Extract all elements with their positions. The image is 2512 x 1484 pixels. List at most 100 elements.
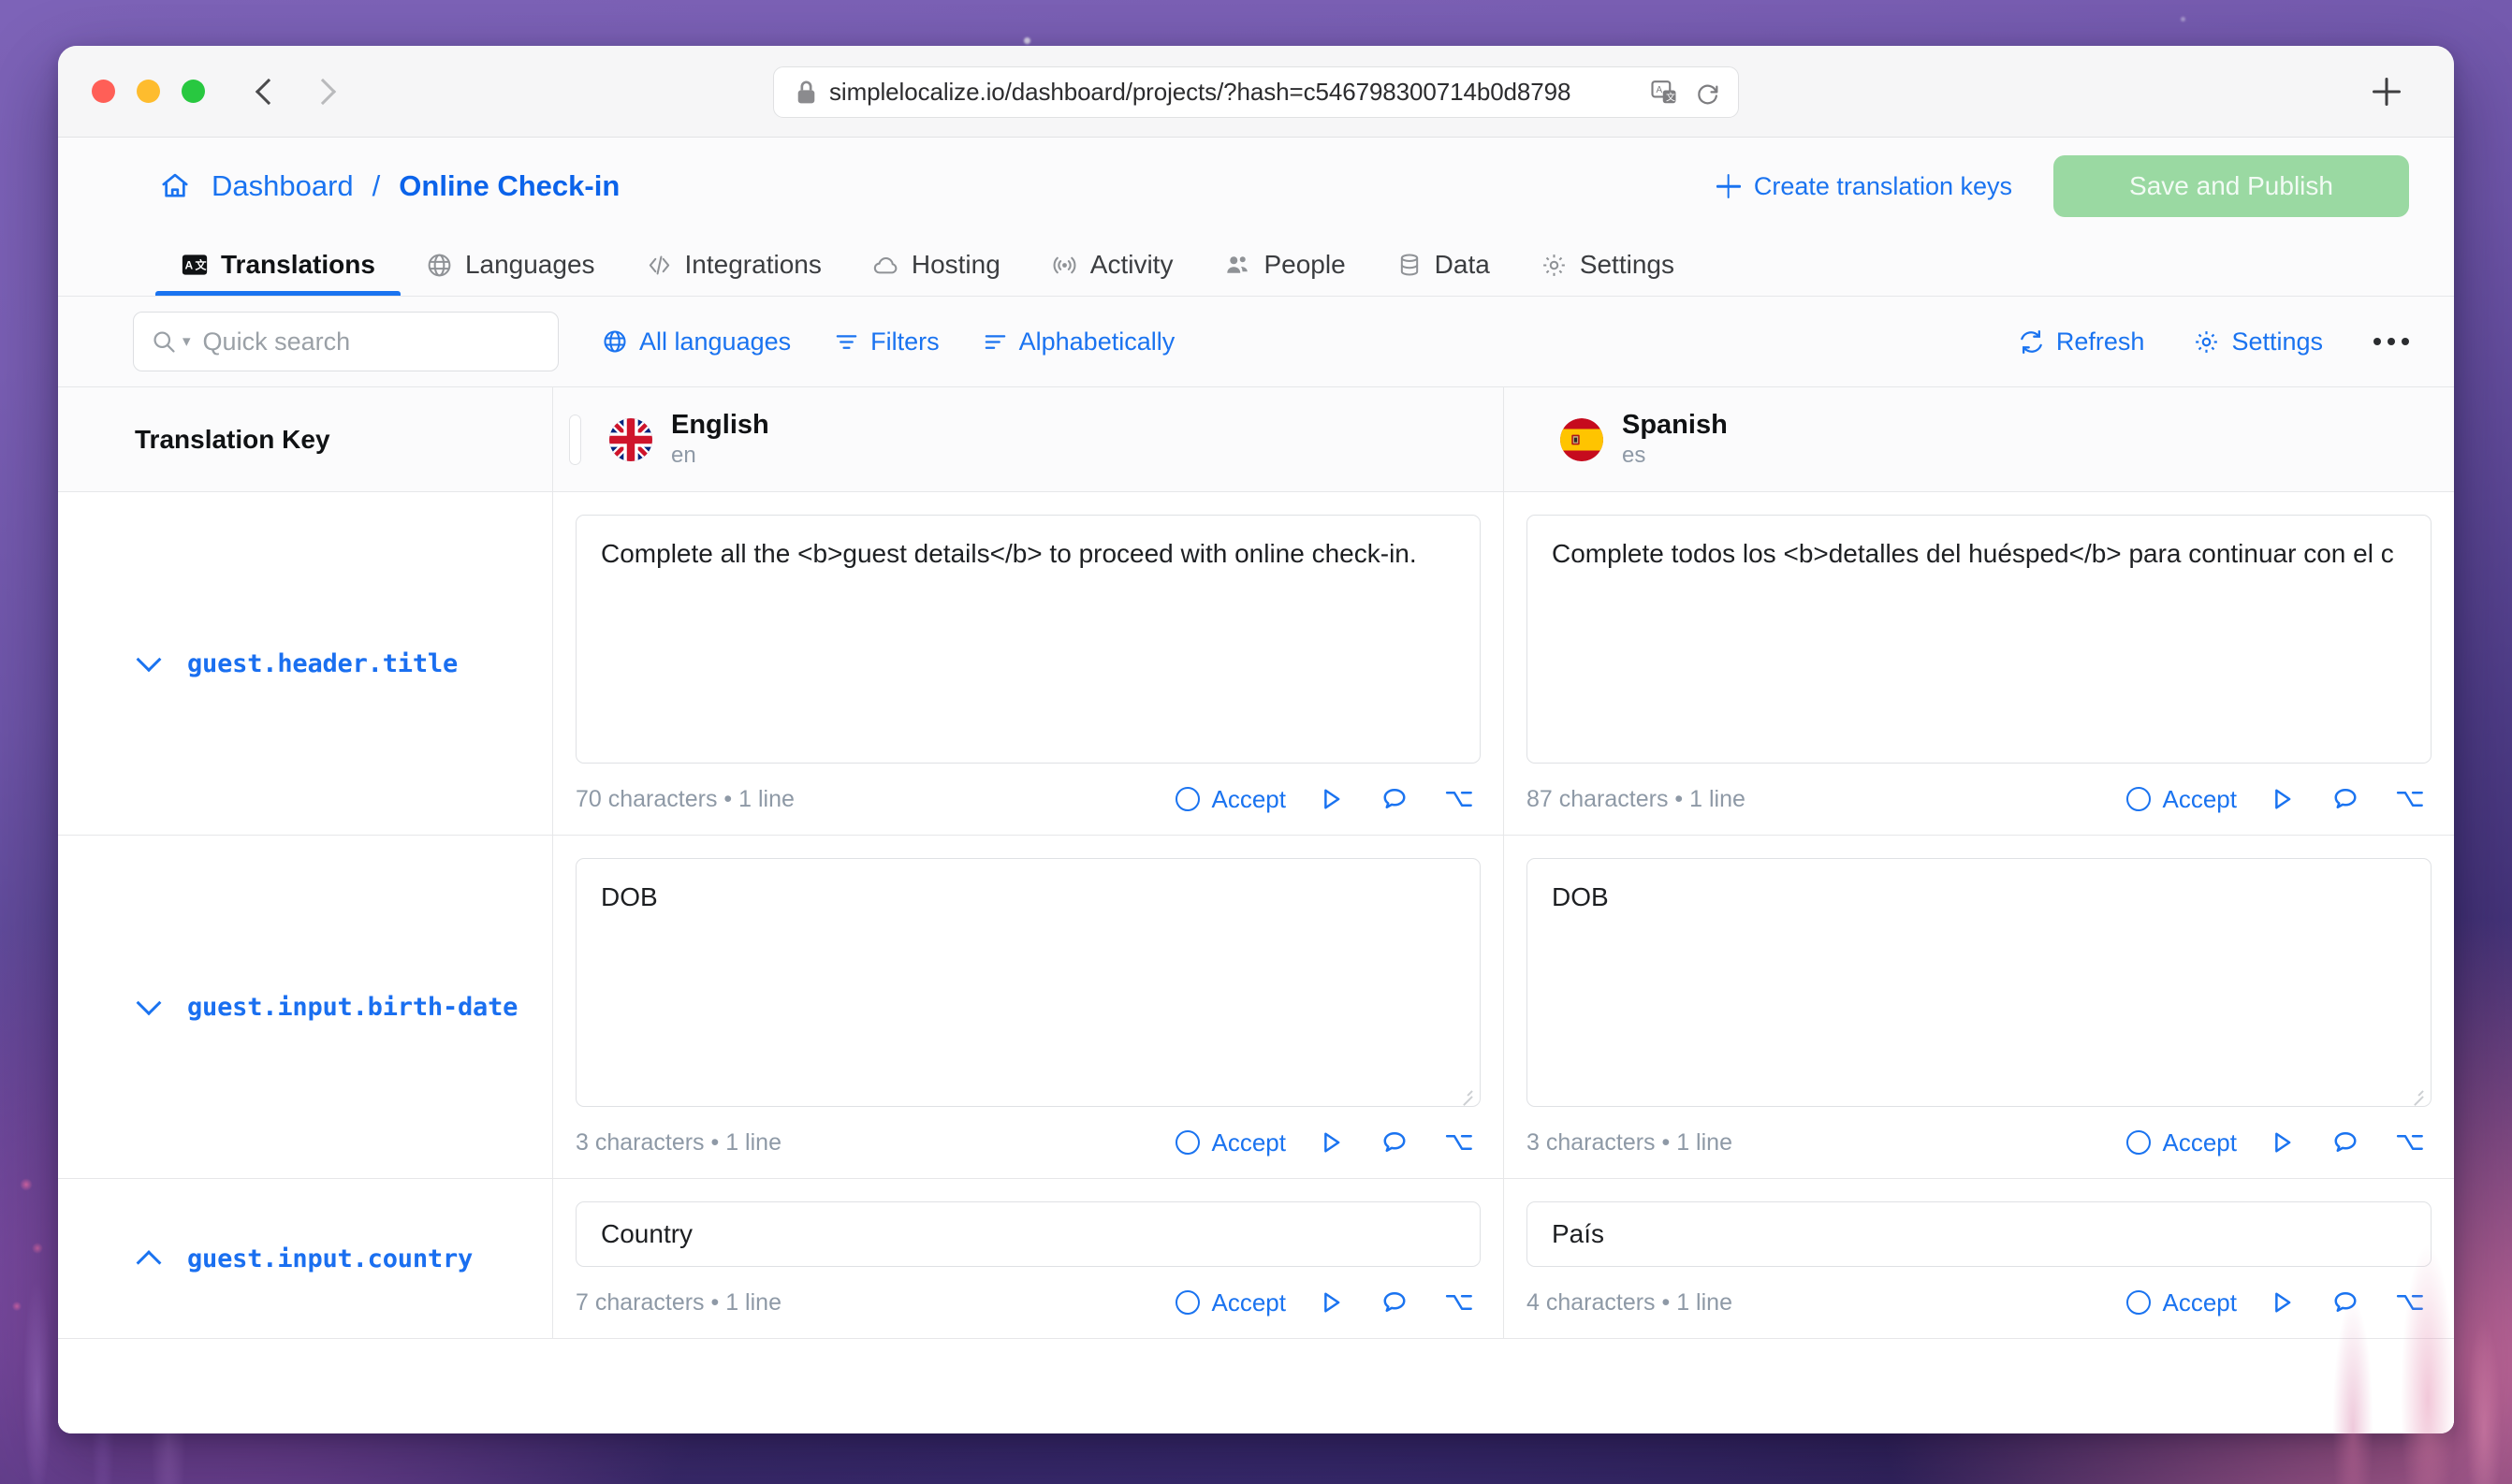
plus-icon [1716, 174, 1741, 198]
comment-icon[interactable] [2327, 1288, 2364, 1317]
character-count: 4 characters • 1 line [1526, 1288, 1732, 1316]
play-icon[interactable] [2263, 785, 2300, 813]
comment-icon[interactable] [2327, 785, 2364, 813]
search-options-chevron-icon[interactable]: ▾ [183, 332, 191, 351]
translation-textarea-en[interactable]: DOB [576, 858, 1481, 1107]
home-icon[interactable] [159, 170, 191, 202]
all-languages-button[interactable]: All languages [602, 327, 791, 356]
translation-key-label[interactable]: guest.input.birth-date [187, 993, 518, 1022]
option-key-icon[interactable] [2390, 1128, 2430, 1157]
accept-button[interactable]: Accept [1175, 1288, 1286, 1317]
translation-cell-en: DOB 3 characters • 1 line Accept [552, 836, 1503, 1178]
textarea-resize-grip[interactable] [2409, 1086, 2424, 1101]
translate-page-icon[interactable]: A 文 [1650, 79, 1678, 107]
cell-footer: 87 characters • 1 line Accept [1526, 764, 2432, 835]
save-and-publish-button[interactable]: Save and Publish [2053, 155, 2409, 217]
navigation-buttons [256, 75, 336, 109]
flag-gb-icon [609, 417, 652, 461]
forward-chevron-icon[interactable] [315, 75, 336, 109]
translation-textarea-en[interactable]: Complete all the <b>guest details</b> to… [576, 515, 1481, 764]
chevron-down-icon[interactable] [135, 649, 163, 677]
accept-circle-icon [2125, 787, 2151, 811]
translation-cell-es: DOB 3 characters • 1 line Accept [1503, 836, 2454, 1178]
grid-toolbar: ▾ Quick search All languages Filters Alp… [58, 297, 2454, 386]
translations-grid: Translation Key English en Spanish es gu… [58, 386, 2454, 1433]
globe-icon [602, 328, 628, 355]
tab-translations[interactable]: A文 Translations [155, 234, 401, 296]
play-icon[interactable] [1312, 785, 1350, 813]
accept-button[interactable]: Accept [2125, 1288, 2237, 1317]
textarea-resize-grip[interactable] [1458, 1086, 1473, 1101]
accept-label: Accept [2162, 784, 2238, 813]
filters-button[interactable]: Filters [834, 327, 940, 356]
tab-data-label: Data [1434, 250, 1490, 279]
translation-textarea-es[interactable]: Complete todos los <b>detalles del huésp… [1526, 515, 2432, 764]
breadcrumb-dashboard-link[interactable]: Dashboard [212, 169, 354, 203]
play-icon[interactable] [1312, 1288, 1350, 1317]
close-window-button[interactable] [92, 80, 115, 103]
accept-button[interactable]: Accept [1175, 785, 1286, 814]
chevron-up-icon[interactable] [135, 1244, 163, 1273]
translation-input-es[interactable]: País [1526, 1201, 2432, 1267]
option-key-icon[interactable] [2390, 1288, 2430, 1317]
save-and-publish-label: Save and Publish [2129, 171, 2333, 200]
reload-icon[interactable] [1695, 80, 1721, 106]
translation-key-cell: guest.input.birth-date [58, 836, 552, 1178]
back-chevron-icon[interactable] [256, 75, 276, 109]
breadcrumb-separator: / [372, 169, 381, 202]
tab-settings[interactable]: Settings [1515, 234, 1700, 296]
comment-icon[interactable] [1376, 1128, 1413, 1157]
option-key-icon[interactable] [1439, 1128, 1479, 1157]
play-icon[interactable] [2263, 1128, 2300, 1157]
option-key-icon[interactable] [1439, 1288, 1479, 1317]
comment-icon[interactable] [1376, 1288, 1413, 1317]
translation-textarea-es[interactable]: DOB [1526, 858, 2432, 1107]
column-resize-handle[interactable] [569, 414, 581, 465]
accept-button[interactable]: Accept [1175, 1128, 1286, 1157]
translation-key-label[interactable]: guest.input.country [187, 1244, 473, 1273]
more-options-button[interactable] [2373, 338, 2409, 345]
tab-people[interactable]: People [1198, 234, 1370, 296]
tab-hosting[interactable]: Hosting [847, 234, 1026, 296]
new-tab-button[interactable] [2368, 73, 2405, 110]
chevron-down-icon[interactable] [135, 993, 163, 1021]
accept-button[interactable]: Accept [2125, 1128, 2237, 1157]
tab-integrations[interactable]: Integrations [621, 234, 847, 296]
translation-cell-en: Complete all the <b>guest details</b> to… [552, 492, 1503, 835]
play-icon[interactable] [2263, 1288, 2300, 1317]
translation-input-en[interactable]: Country [576, 1201, 1481, 1267]
grid-settings-button[interactable]: Settings [2193, 327, 2323, 356]
url-text: simplelocalize.io/dashboard/projects/?ha… [829, 78, 1571, 106]
gear-icon [2193, 328, 2220, 356]
cell-footer: 4 characters • 1 line Accept [1526, 1267, 2432, 1338]
option-key-icon[interactable] [1439, 785, 1479, 813]
minimize-window-button[interactable] [137, 80, 160, 103]
search-input[interactable]: ▾ Quick search [133, 312, 559, 371]
grid-header-row: Translation Key English en Spanish es [58, 387, 2454, 492]
comment-icon[interactable] [1376, 785, 1413, 813]
play-icon[interactable] [1312, 1128, 1350, 1157]
language-name-en: English [671, 410, 769, 441]
language-column-header-en: English en [552, 387, 1503, 492]
header-actions: Create translation keys Save and Publish [1716, 155, 2409, 217]
tab-data[interactable]: Data [1371, 234, 1515, 296]
refresh-button[interactable]: Refresh [2018, 327, 2144, 356]
broadcast-icon [1051, 252, 1078, 279]
translation-cell-es: País 4 characters • 1 line Accept [1503, 1179, 2454, 1338]
option-key-icon[interactable] [2390, 785, 2430, 813]
maximize-window-button[interactable] [182, 80, 205, 103]
accept-circle-icon [2125, 1290, 2151, 1315]
tab-languages[interactable]: Languages [401, 234, 621, 296]
translation-text: DOB [1552, 882, 1609, 911]
accept-button[interactable]: Accept [2125, 784, 2238, 814]
tab-activity[interactable]: Activity [1026, 234, 1199, 296]
translation-key-cell: guest.header.title [58, 492, 552, 835]
comment-icon[interactable] [2327, 1128, 2364, 1157]
create-translation-keys-button[interactable]: Create translation keys [1716, 172, 2012, 201]
sort-alphabetically-button[interactable]: Alphabetically [983, 327, 1175, 356]
character-count: 70 characters • 1 line [576, 785, 795, 812]
browser-toolbar: simplelocalize.io/dashboard/projects/?ha… [58, 46, 2454, 138]
breadcrumb-current-project[interactable]: Online Check-in [399, 169, 620, 203]
translation-key-label[interactable]: guest.header.title [187, 649, 458, 678]
address-bar[interactable]: simplelocalize.io/dashboard/projects/?ha… [773, 66, 1739, 118]
